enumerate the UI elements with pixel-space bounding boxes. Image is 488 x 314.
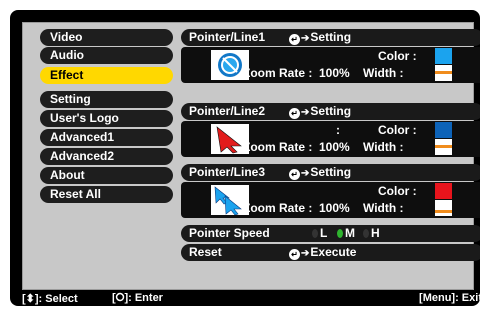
menu-item-setting[interactable]: Setting bbox=[40, 91, 173, 108]
zoom-label: Zoom Rate : bbox=[243, 66, 313, 80]
pointer-line3-details: Color : Zoom Rate : 100% Width : bbox=[181, 182, 480, 218]
zoom-label: Zoom Rate : bbox=[243, 140, 313, 154]
color-label: Color : bbox=[378, 123, 417, 137]
reset-row[interactable]: Reset ↵ ➔Execute bbox=[181, 244, 480, 261]
separator-colon: : bbox=[336, 123, 340, 137]
zoom-value[interactable]: 100% bbox=[319, 140, 350, 154]
width-bar bbox=[435, 145, 452, 148]
menu-item-reset-all[interactable]: Reset All bbox=[40, 186, 173, 203]
menu-item-label: Advanced2 bbox=[50, 149, 115, 163]
color-swatch[interactable] bbox=[435, 183, 452, 199]
width-bar bbox=[435, 71, 452, 74]
option-label: H bbox=[371, 226, 380, 240]
color-swatch[interactable] bbox=[435, 122, 452, 138]
arrow-right-icon: ➔ bbox=[301, 33, 310, 44]
menu-item-label: Video bbox=[50, 30, 83, 44]
speed-option-medium[interactable]: M bbox=[337, 225, 355, 242]
width-label: Width : bbox=[363, 201, 404, 215]
radio-icon bbox=[363, 229, 369, 238]
pointer-line2-header[interactable]: Pointer/Line2 ↵ ➔Setting bbox=[181, 103, 480, 120]
menu-item-label: Setting bbox=[50, 92, 91, 106]
option-label: L bbox=[320, 226, 328, 240]
pointer-speed-row[interactable]: Pointer Speed L M H bbox=[181, 225, 480, 242]
width-swatch[interactable] bbox=[435, 65, 452, 81]
option-label: M bbox=[345, 226, 355, 240]
width-label: Width : bbox=[363, 66, 404, 80]
select-hint: [⬍]: Select bbox=[22, 293, 78, 305]
color-swatch[interactable] bbox=[435, 48, 452, 64]
pointer-title: Pointer/Line2 bbox=[189, 104, 266, 118]
menu-item-label: User's Logo bbox=[50, 111, 119, 125]
radio-icon bbox=[312, 229, 318, 238]
menu-item-label: Effect bbox=[50, 68, 84, 82]
enter-icon: ↵ bbox=[289, 169, 300, 180]
enter-icon: ↵ bbox=[289, 249, 300, 260]
pointer-speed-label: Pointer Speed bbox=[189, 226, 270, 240]
enter-hint: [⭘]: Enter bbox=[112, 292, 163, 304]
pointer-title: Pointer/Line1 bbox=[189, 30, 266, 44]
menu-item-effect[interactable]: Effect bbox=[40, 67, 173, 84]
menu-item-label: About bbox=[50, 168, 85, 182]
zoom-value[interactable]: 100% bbox=[319, 66, 350, 80]
width-bar bbox=[435, 210, 452, 213]
arrow-right-icon: ➔ bbox=[301, 168, 310, 179]
radio-selected-icon bbox=[337, 229, 343, 238]
menu-item-advanced1[interactable]: Advanced1 bbox=[40, 129, 173, 146]
setting-link[interactable]: ↵ ➔Setting bbox=[289, 29, 351, 47]
width-swatch[interactable] bbox=[435, 139, 452, 155]
pointer-title: Pointer/Line3 bbox=[189, 165, 266, 179]
menu-item-label: Advanced1 bbox=[50, 130, 115, 144]
menu-item-label: Audio bbox=[50, 48, 84, 62]
menu-item-video[interactable]: Video bbox=[40, 29, 173, 46]
status-bar: [⬍]: Select [⭘]: Enter [Menu]: Exit bbox=[22, 292, 480, 305]
zoom-label: Zoom Rate : bbox=[243, 201, 313, 215]
menu-item-about[interactable]: About bbox=[40, 167, 173, 184]
setting-label: Setting bbox=[310, 104, 352, 118]
enter-icon: ↵ bbox=[289, 108, 300, 119]
width-label: Width : bbox=[363, 140, 404, 154]
menu-panel: Video Audio Effect Setting User's Logo A… bbox=[22, 22, 480, 290]
setting-label: Setting bbox=[310, 165, 352, 179]
speed-option-high[interactable]: H bbox=[363, 225, 380, 242]
reset-label: Reset bbox=[189, 245, 222, 259]
enter-icon: ↵ bbox=[289, 34, 300, 45]
setting-link[interactable]: ↵ ➔Setting bbox=[289, 103, 351, 121]
pointer-line2-details: : Color : Zoom Rate : 100% Width : bbox=[181, 121, 480, 157]
menu-item-users-logo[interactable]: User's Logo bbox=[40, 110, 173, 127]
menu-item-advanced2[interactable]: Advanced2 bbox=[40, 148, 173, 165]
setting-label: Setting bbox=[310, 30, 352, 44]
pointer-line1-details: Color : Zoom Rate : 100% Width : bbox=[181, 47, 480, 83]
projector-menu-screen: Video Audio Effect Setting User's Logo A… bbox=[10, 10, 480, 306]
color-label: Color : bbox=[378, 184, 417, 198]
color-label: Color : bbox=[378, 49, 417, 63]
menu-item-audio[interactable]: Audio bbox=[40, 47, 173, 64]
pointer-line3-header[interactable]: Pointer/Line3 ↵ ➔Setting bbox=[181, 164, 480, 181]
execute-label: Execute bbox=[310, 245, 357, 259]
zoom-value[interactable]: 100% bbox=[319, 201, 350, 215]
execute-link[interactable]: ↵ ➔Execute bbox=[289, 244, 356, 262]
width-swatch[interactable] bbox=[435, 200, 452, 216]
exit-hint: [Menu]: Exit bbox=[419, 292, 480, 304]
pointer-line1-header[interactable]: Pointer/Line1 ↵ ➔Setting bbox=[181, 29, 480, 46]
arrow-right-icon: ➔ bbox=[301, 107, 310, 118]
menu-item-label: Reset All bbox=[50, 187, 101, 201]
setting-link[interactable]: ↵ ➔Setting bbox=[289, 164, 351, 182]
speed-option-low[interactable]: L bbox=[312, 225, 327, 242]
arrow-right-icon: ➔ bbox=[301, 248, 310, 259]
